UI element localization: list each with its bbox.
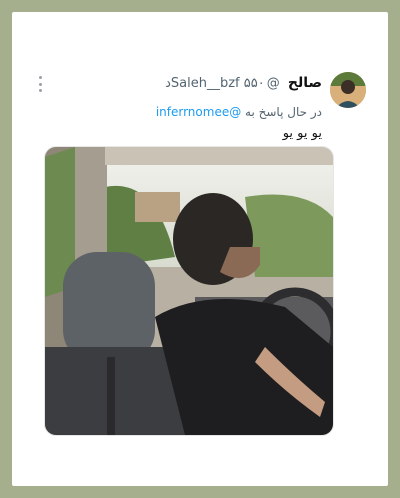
car-interior-photo bbox=[45, 147, 333, 435]
reply-context: در حال پاسخ به @inferrnomee bbox=[156, 104, 322, 120]
author-display-name[interactable]: صالح bbox=[288, 75, 322, 91]
tweet-text: یو یو یو bbox=[282, 126, 322, 141]
tweet-author-line: صالح @Saleh__bzf ۵۵۰د bbox=[165, 74, 322, 93]
reply-prefix: در حال پاسخ به bbox=[245, 105, 322, 119]
tweet-media-image[interactable] bbox=[44, 146, 334, 436]
reply-mention-link[interactable]: @inferrnomee bbox=[156, 105, 241, 119]
more-options-icon[interactable] bbox=[38, 76, 42, 92]
avatar[interactable] bbox=[330, 72, 366, 108]
tweet-header: صالح @Saleh__bzf ۵۵۰د bbox=[12, 72, 388, 108]
tweet-card: صالح @Saleh__bzf ۵۵۰د در حال پاسخ به @in… bbox=[12, 12, 388, 486]
avatar-image bbox=[330, 72, 366, 108]
